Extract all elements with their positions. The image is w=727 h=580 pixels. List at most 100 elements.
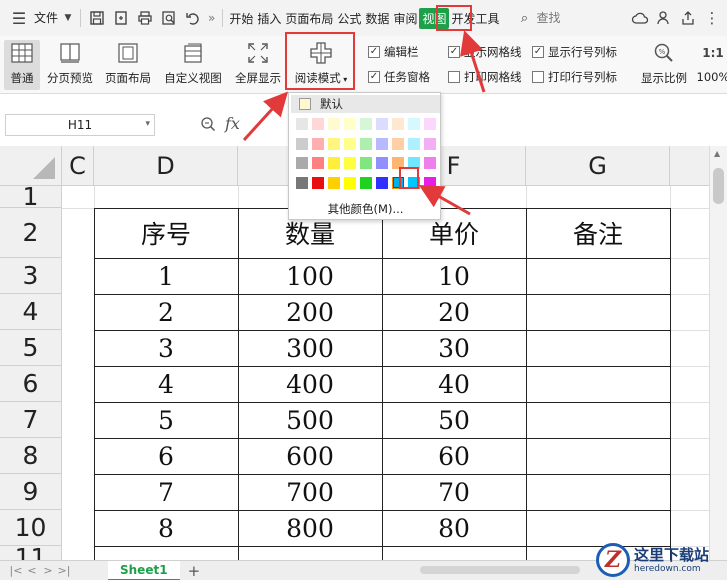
table-cell[interactable]: 70 [382, 474, 526, 510]
table-cell[interactable]: 7 [94, 474, 238, 510]
normal-view-button[interactable]: 普通 [4, 40, 40, 90]
table-cell[interactable]: 800 [238, 510, 382, 546]
gridlines-checkbox[interactable]: ✓ 显示网格线 [448, 44, 522, 60]
tab-home[interactable]: 开始 [227, 10, 255, 27]
search-button[interactable]: 查找 [536, 0, 563, 36]
color-swatch[interactable] [360, 157, 372, 169]
search-icon[interactable]: ⌕ [515, 9, 533, 27]
custom-view-button[interactable]: 自定义视图 [162, 40, 224, 86]
color-swatch[interactable] [296, 176, 308, 189]
table-cell[interactable] [526, 438, 670, 474]
table-cell[interactable]: 300 [238, 330, 382, 366]
color-swatch[interactable] [360, 137, 372, 150]
color-swatch[interactable] [360, 176, 372, 189]
row-header-2[interactable]: 2 [0, 208, 62, 258]
scroll-thumb[interactable] [713, 168, 724, 204]
checkbox-task-pane[interactable]: ✓ [368, 71, 380, 83]
file-menu[interactable]: 文件 [31, 0, 61, 36]
magnifier-icon[interactable] [200, 116, 216, 135]
color-swatch[interactable] [376, 176, 388, 189]
next-sheet-icon[interactable]: > [40, 564, 56, 577]
chevron-down-icon[interactable]: ▾ [145, 119, 150, 129]
scroll-up-icon[interactable]: ▲ [714, 149, 720, 158]
row-header-10[interactable]: 10 [0, 510, 62, 546]
column-header-c[interactable]: C [62, 146, 94, 186]
cloud-icon[interactable] [631, 9, 649, 27]
color-swatch[interactable] [328, 118, 340, 130]
table-cell[interactable]: 20 [382, 294, 526, 330]
print-icon[interactable] [136, 9, 154, 27]
fullscreen-button[interactable]: 全屏显示 [232, 40, 284, 86]
color-swatch[interactable] [424, 118, 436, 130]
table-cell[interactable]: 1 [94, 258, 238, 294]
color-swatch[interactable] [408, 118, 420, 130]
row-header-11[interactable]: 11 [0, 543, 62, 560]
export-pdf-icon[interactable] [112, 9, 130, 27]
color-swatch[interactable] [312, 176, 324, 189]
table-cell[interactable]: 60 [382, 438, 526, 474]
color-swatch[interactable] [296, 118, 308, 130]
checkbox-print-gridlines[interactable] [448, 71, 460, 83]
color-swatch[interactable] [360, 118, 372, 130]
row-header-5[interactable]: 5 [0, 330, 62, 366]
color-swatch[interactable] [424, 157, 436, 169]
color-swatch[interactable] [376, 137, 388, 150]
checkbox-gridlines[interactable]: ✓ [448, 46, 460, 58]
color-swatch[interactable] [312, 118, 324, 130]
headers-checkbox[interactable]: ✓ 显示行号列标 [532, 44, 617, 60]
column-header-g[interactable]: G [526, 146, 670, 186]
color-swatch[interactable] [392, 137, 404, 150]
table-cell[interactable]: 3 [94, 330, 238, 366]
color-swatch[interactable] [296, 137, 308, 150]
column-header-d[interactable]: D [94, 146, 238, 186]
color-swatch[interactable] [344, 176, 356, 189]
row-header-8[interactable]: 8 [0, 438, 62, 474]
zoom-button[interactable]: % 显示比例 [638, 40, 690, 86]
table-header-cell[interactable]: 序号 [94, 208, 238, 258]
first-sheet-icon[interactable]: |< [8, 564, 24, 577]
color-swatch[interactable] [424, 176, 436, 189]
color-swatch[interactable] [328, 137, 340, 150]
color-swatch[interactable] [376, 118, 388, 130]
table-cell[interactable]: 10 [382, 258, 526, 294]
color-swatch[interactable] [328, 176, 340, 189]
share-icon[interactable] [679, 9, 697, 27]
tab-data[interactable]: 数据 [363, 10, 391, 27]
table-cell[interactable]: 6 [94, 438, 238, 474]
add-sheet-button[interactable]: + [188, 562, 201, 580]
checkbox-print-headers[interactable] [532, 71, 544, 83]
color-swatch[interactable] [344, 118, 356, 130]
table-cell[interactable] [526, 258, 670, 294]
last-sheet-icon[interactable]: >| [56, 564, 72, 577]
name-box[interactable]: H11 ▾ [5, 114, 155, 136]
row-header-9[interactable]: 9 [0, 474, 62, 510]
row-header-1[interactable]: 1 [0, 182, 62, 211]
tab-page-layout[interactable]: 页面布局 [283, 10, 335, 27]
undo-icon[interactable] [184, 9, 202, 27]
vertical-scrollbar[interactable]: ▲ [709, 146, 727, 560]
tab-formulas[interactable]: 公式 [335, 10, 363, 27]
page-layout-button[interactable]: 页面布局 [102, 40, 154, 86]
color-swatch[interactable] [344, 137, 356, 150]
table-cell[interactable] [526, 366, 670, 402]
row-header-3[interactable]: 3 [0, 258, 62, 294]
column-header-blank[interactable] [670, 146, 710, 186]
table-cell[interactable]: 50 [382, 402, 526, 438]
prev-sheet-icon[interactable]: < [24, 564, 40, 577]
checkbox-headers[interactable]: ✓ [532, 46, 544, 58]
row-header-7[interactable]: 7 [0, 402, 62, 438]
table-cell[interactable]: 40 [382, 366, 526, 402]
print-gridlines-checkbox[interactable]: 打印网格线 [448, 69, 522, 85]
table-cell[interactable]: 600 [238, 438, 382, 474]
table-cell[interactable]: 5 [94, 402, 238, 438]
print-preview-icon[interactable] [160, 9, 178, 27]
checkbox-edit-bar[interactable]: ✓ [368, 46, 380, 58]
select-all-corner[interactable] [0, 146, 62, 186]
more-options-icon[interactable]: ⋮ [703, 9, 721, 27]
color-swatch[interactable] [296, 157, 308, 169]
fx-icon[interactable]: fx [225, 114, 240, 133]
more-tools-button[interactable]: » [205, 0, 218, 36]
table-cell[interactable] [526, 402, 670, 438]
color-swatch[interactable] [392, 118, 404, 130]
save-icon[interactable] [88, 9, 106, 27]
